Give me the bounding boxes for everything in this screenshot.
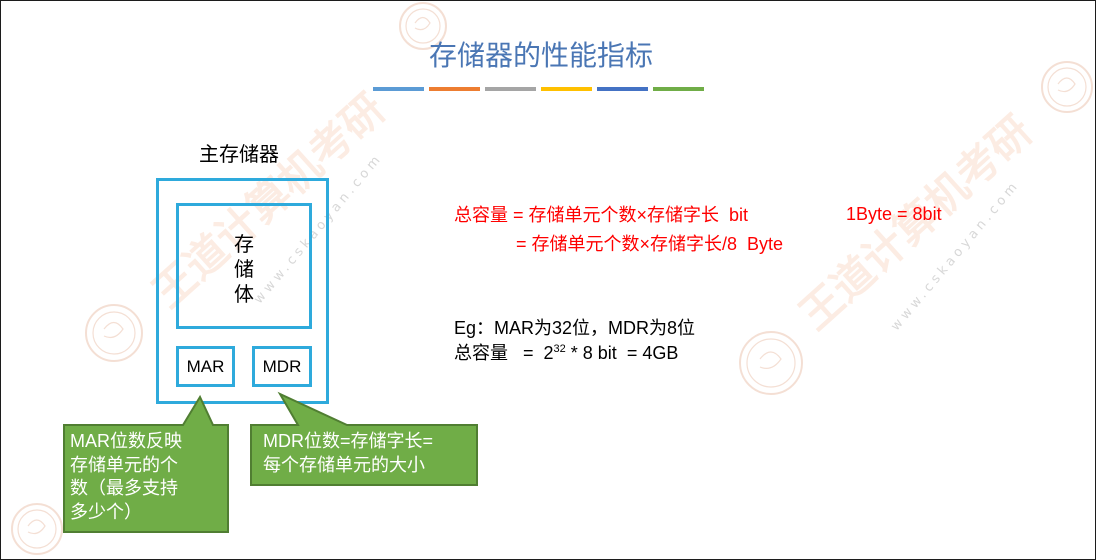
- mar-callout-line: 数（最多支持: [70, 478, 178, 498]
- capacity-formula-line1: 总容量 = 存储单元个数×存储字长 bit: [454, 205, 749, 225]
- title-accent-bar: [653, 87, 704, 91]
- mdr-label: MDR: [262, 356, 302, 376]
- mdr-callout-line: 每个存储单元的大小: [263, 454, 425, 475]
- example-exponent: 32: [553, 343, 566, 355]
- mdr-callout-line: MDR位数=存储字长=: [263, 431, 434, 451]
- title-underline: [373, 87, 704, 91]
- example-line2-start: 总容量 = 2: [454, 343, 554, 363]
- storage-body-char: 存: [234, 232, 254, 256]
- title-accent-bar: [541, 87, 592, 91]
- watermark-seal-icon: [85, 304, 143, 362]
- capacity-formula-line2: = 存储单元个数×存储字长/8 Byte: [516, 234, 784, 254]
- watermark-url: www.cskaoyan.com: [888, 177, 1023, 334]
- mdr-register-box: MDR: [252, 346, 312, 387]
- main-memory-label: 主存储器: [199, 142, 279, 166]
- title-accent-bar: [429, 87, 480, 91]
- mdr-callout: MDR位数=存储字长= 每个存储单元的大小: [251, 430, 477, 477]
- title-accent-bar: [373, 87, 424, 91]
- watermark-seal-icon: [1041, 61, 1093, 113]
- byte-bit-note: 1Byte = 8bit: [846, 204, 942, 224]
- mar-register-box: MAR: [176, 346, 235, 387]
- example-line1: Eg：MAR为32位，MDR为8位: [454, 318, 696, 338]
- slide: 王道计算机考研 www.cskaoyan.com 王道计算机考研 www.csk…: [0, 0, 1096, 560]
- mar-callout-line: 多少个）: [70, 501, 142, 522]
- mar-callout-line: MAR位数反映: [70, 431, 182, 451]
- example-line2-end: * 8 bit = 4GB: [565, 343, 679, 363]
- slide-title: 存储器的性能指标: [428, 39, 653, 72]
- example-line2: 总容量 = 232 * 8 bit = 4GB: [454, 342, 678, 367]
- mar-callout: MAR位数反映 存储单元的个 数（最多支持 多少个）: [64, 430, 228, 524]
- title-accent-bar: [485, 87, 536, 91]
- watermark-seal-icon: [739, 331, 803, 395]
- watermark-seal-icon: [11, 503, 63, 555]
- mar-callout-line: 存储单元的个: [70, 454, 178, 475]
- storage-body-char: 储: [234, 257, 254, 281]
- storage-body-box: 存 储 体: [176, 203, 312, 329]
- title-accent-bar: [597, 87, 648, 91]
- mar-label: MAR: [186, 356, 225, 376]
- storage-body-char: 体: [234, 282, 254, 306]
